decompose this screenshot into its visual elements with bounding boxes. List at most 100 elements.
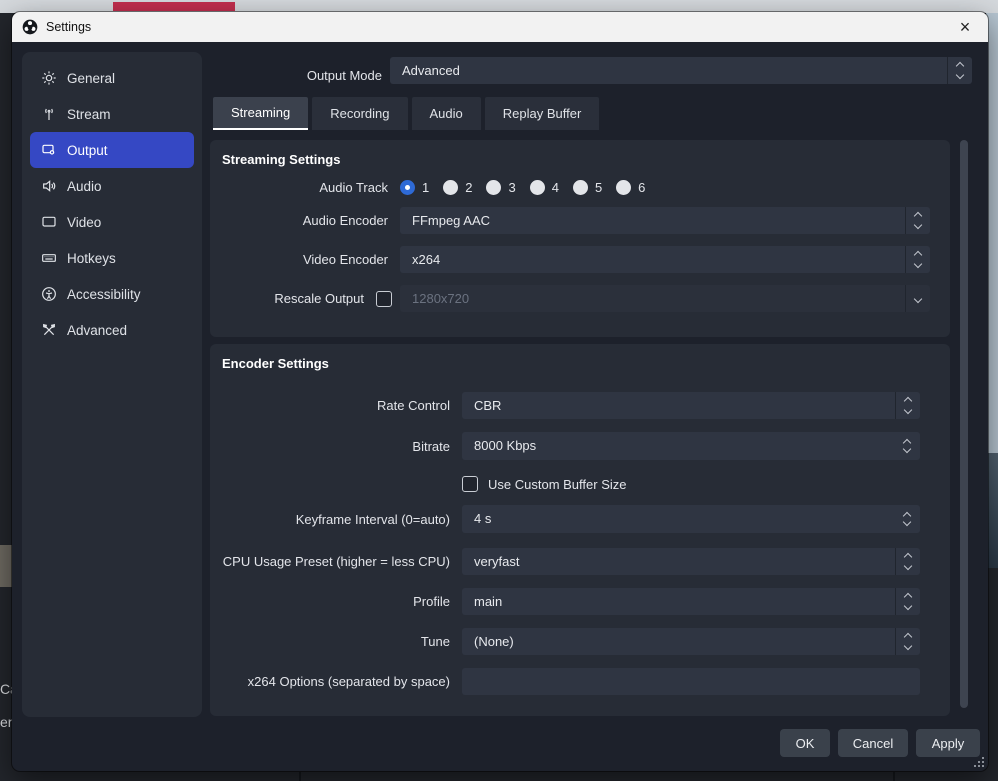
rate-control-value: CBR [474,392,501,419]
background-divider [299,772,301,781]
tab-audio[interactable]: Audio [412,97,481,130]
rescale-resolution-value: 1280x720 [412,285,469,312]
radio-label: 3 [508,180,515,195]
rescale-output-checkbox[interactable] [376,291,392,307]
radio-icon[interactable] [443,180,458,195]
spinner-arrows-icon[interactable] [905,246,930,273]
audio-track-option-6[interactable]: 6 [616,180,645,195]
speaker-icon [40,178,57,195]
panel-title: Encoder Settings [222,356,329,371]
tools-icon [40,322,57,339]
output-mode-value: Advanced [402,57,460,84]
profile-select[interactable]: main [462,588,920,615]
panel-title: Streaming Settings [222,152,340,167]
audio-track-row: Audio Track 1 2 3 4 5 6 [210,176,950,198]
sidebar-item-label: Accessibility [67,287,141,302]
tab-replay-buffer[interactable]: Replay Buffer [485,97,600,130]
cpu-preset-value: veryfast [474,548,520,575]
keyframe-row: Keyframe Interval (0=auto) 4 s [210,505,950,533]
rescale-output-row: Rescale Output 1280x720 [210,285,950,312]
audio-track-option-5[interactable]: 5 [573,180,602,195]
radio-label: 4 [552,180,559,195]
video-encoder-row: Video Encoder x264 [210,246,950,273]
output-mode-select[interactable]: Advanced [390,57,972,84]
radio-icon[interactable] [573,180,588,195]
ok-button[interactable]: OK [780,729,830,757]
streaming-settings-panel: Streaming Settings Audio Track 1 2 3 4 5… [210,140,950,337]
bitrate-spinbox[interactable]: 8000 Kbps [462,432,920,460]
bitrate-value: 8000 Kbps [474,432,536,460]
tab-recording[interactable]: Recording [312,97,407,130]
radio-icon[interactable] [616,180,631,195]
x264-options-input[interactable] [462,668,920,695]
sidebar-item-label: Audio [67,179,102,194]
title-bar[interactable]: Settings × [12,12,988,42]
resize-grip[interactable] [974,757,984,767]
spinner-arrows-icon[interactable] [895,548,920,575]
apply-button[interactable]: Apply [916,729,980,757]
tab-streaming[interactable]: Streaming [213,97,308,130]
audio-track-option-4[interactable]: 4 [530,180,559,195]
spinner-arrows-icon[interactable] [895,588,920,615]
audio-track-option-3[interactable]: 3 [486,180,515,195]
audio-encoder-label: Audio Encoder [210,213,388,228]
gear-icon [40,70,57,87]
cancel-button[interactable]: Cancel [838,729,908,757]
sidebar-item-output[interactable]: Output [30,132,194,168]
profile-value: main [474,588,502,615]
cpu-preset-row: CPU Usage Preset (higher = less CPU) ver… [210,548,950,575]
sidebar-item-label: Output [67,143,108,158]
keyframe-label: Keyframe Interval (0=auto) [210,512,450,527]
background-photo-left [0,545,12,587]
tab-label: Audio [430,106,463,121]
tune-select[interactable]: (None) [462,628,920,655]
profile-row: Profile main [210,588,950,615]
spin-down-icon[interactable] [903,518,911,526]
custom-buffer-checkbox[interactable] [462,476,478,492]
tune-value: (None) [474,628,514,655]
rate-control-select[interactable]: CBR [462,392,920,419]
sidebar-item-audio[interactable]: Audio [30,168,194,204]
radio-label: 5 [595,180,602,195]
sidebar-item-label: General [67,71,115,86]
audio-encoder-row: Audio Encoder FFmpeg AAC [210,207,950,234]
spinner-arrows-icon[interactable] [905,207,930,234]
spinner-arrows-icon[interactable] [895,392,920,419]
spinner-arrows-icon[interactable] [947,57,972,84]
rescale-output-label: Rescale Output [210,291,364,306]
spin-down-icon[interactable] [903,445,911,453]
rescale-resolution-select[interactable]: 1280x720 [400,285,930,312]
sidebar-item-stream[interactable]: Stream [30,96,194,132]
radio-selected-icon[interactable] [400,180,415,195]
keyboard-icon [40,250,57,267]
keyframe-spinbox[interactable]: 4 s [462,505,920,533]
close-icon[interactable]: × [954,16,976,38]
cpu-preset-select[interactable]: veryfast [462,548,920,575]
audio-track-option-2[interactable]: 2 [443,180,472,195]
sidebar-item-label: Hotkeys [67,251,116,266]
output-icon [40,142,57,159]
sidebar-item-label: Advanced [67,323,127,338]
bitrate-row: Bitrate 8000 Kbps [210,432,950,460]
settings-window: Settings × General Stream Output Au [12,12,988,771]
tune-row: Tune (None) [210,628,950,655]
radio-label: 2 [465,180,472,195]
tab-label: Streaming [231,105,290,120]
audio-track-option-1[interactable]: 1 [400,180,429,195]
sidebar-item-general[interactable]: General [30,60,194,96]
radio-label: 1 [422,180,429,195]
scrollbar-thumb[interactable] [960,140,968,708]
video-encoder-select[interactable]: x264 [400,246,930,273]
sidebar-item-video[interactable]: Video [30,204,194,240]
spinner-arrows-icon[interactable] [895,628,920,655]
sidebar-item-accessibility[interactable]: Accessibility [30,276,194,312]
chevron-down-icon[interactable] [905,285,930,312]
sidebar-item-advanced[interactable]: Advanced [30,312,194,348]
bitrate-label: Bitrate [210,439,450,454]
audio-encoder-select[interactable]: FFmpeg AAC [400,207,930,234]
profile-label: Profile [210,594,450,609]
vertical-scrollbar[interactable] [958,140,970,716]
sidebar-item-hotkeys[interactable]: Hotkeys [30,240,194,276]
radio-icon[interactable] [530,180,545,195]
radio-icon[interactable] [486,180,501,195]
